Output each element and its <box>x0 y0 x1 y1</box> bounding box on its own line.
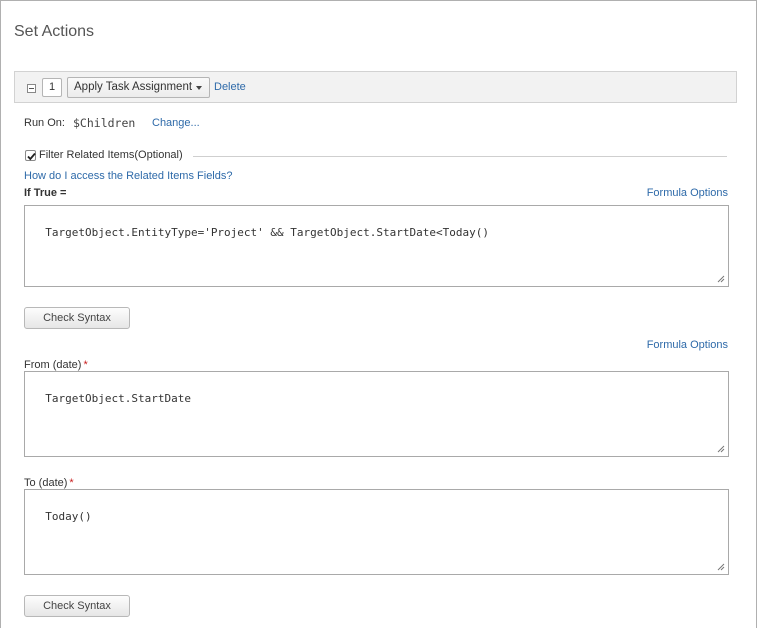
resize-grip-icon[interactable] <box>717 275 725 283</box>
action-header-bar: 1 Apply Task Assignment Delete <box>14 71 737 103</box>
related-fields-help-link[interactable]: How do I access the Related Items Fields… <box>24 170 232 182</box>
checkmark-icon <box>27 152 36 161</box>
required-marker: * <box>69 477 74 489</box>
formula-options-link[interactable]: Formula Options <box>647 187 728 199</box>
change-link[interactable]: Change... <box>152 117 200 129</box>
if-true-expression-text: TargetObject.EntityType='Project' && Tar… <box>45 226 489 239</box>
to-date-label-text: To (date) <box>24 477 68 489</box>
from-date-textarea[interactable]: TargetObject.StartDate <box>24 371 729 457</box>
to-date-textarea[interactable]: Today() <box>24 489 729 575</box>
delete-link[interactable]: Delete <box>214 81 246 93</box>
resize-grip-icon[interactable] <box>717 563 725 571</box>
page-title: Set Actions <box>14 23 95 40</box>
action-type-value: Apply Task Assignment <box>74 81 193 93</box>
from-date-label: From (date) * <box>24 359 88 371</box>
filter-related-label: Filter Related Items(Optional) <box>39 149 183 161</box>
formula-options-link[interactable]: Formula Options <box>647 339 728 351</box>
required-marker: * <box>83 359 88 371</box>
resize-grip-icon[interactable] <box>717 445 725 453</box>
if-true-expression-textarea[interactable]: TargetObject.EntityType='Project' && Tar… <box>24 205 729 287</box>
if-true-label: If True = <box>24 187 67 199</box>
check-syntax-button[interactable]: Check Syntax <box>24 595 130 617</box>
from-date-label-text: From (date) <box>24 359 82 371</box>
section-divider <box>193 156 727 157</box>
to-date-text: Today() <box>45 510 92 523</box>
collapse-icon[interactable] <box>27 84 36 93</box>
run-on-label: Run On: <box>24 117 65 129</box>
check-syntax-button[interactable]: Check Syntax <box>24 307 130 329</box>
run-on-value: $Children <box>73 116 136 130</box>
action-type-select[interactable]: Apply Task Assignment <box>67 77 210 98</box>
to-date-label: To (date) * <box>24 477 74 489</box>
action-index-field[interactable]: 1 <box>42 78 62 97</box>
filter-related-checkbox[interactable] <box>25 150 36 161</box>
chevron-down-icon <box>196 86 202 90</box>
from-date-text: TargetObject.StartDate <box>45 392 191 405</box>
